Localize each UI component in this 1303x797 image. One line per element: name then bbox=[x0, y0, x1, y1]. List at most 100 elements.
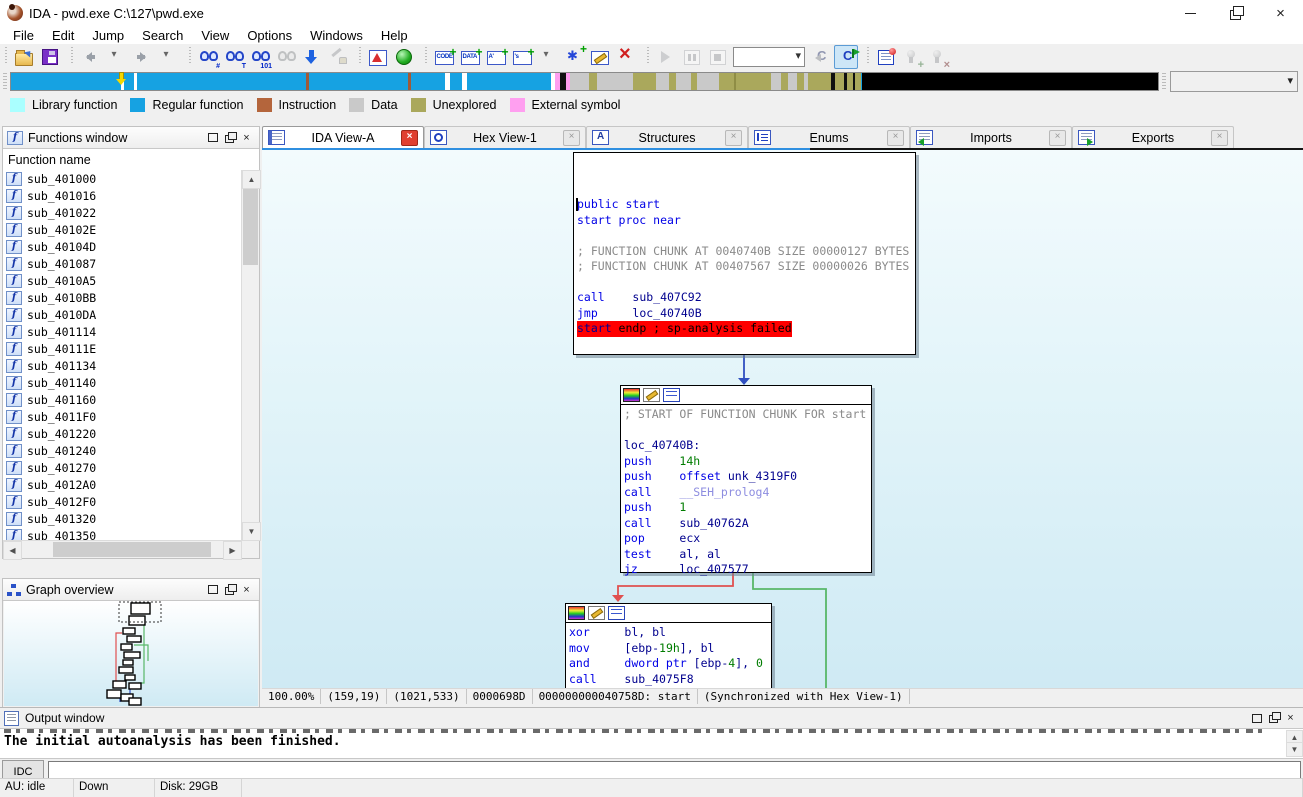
scroll-left-icon[interactable]: ◀ bbox=[3, 541, 22, 560]
navigate-forward-icon[interactable] bbox=[130, 45, 154, 69]
tab-close-icon[interactable]: × bbox=[887, 130, 904, 146]
minimize-button[interactable] bbox=[1168, 1, 1213, 26]
navigation-band[interactable] bbox=[10, 72, 1159, 91]
tab-close-icon[interactable]: × bbox=[1049, 130, 1066, 146]
panel-maximize-button[interactable] bbox=[204, 130, 221, 145]
menu-item-search[interactable]: Search bbox=[133, 27, 192, 44]
menu-item-view[interactable]: View bbox=[192, 27, 238, 44]
function-list-item[interactable]: fsub_401160 bbox=[3, 391, 242, 408]
tab-close-icon[interactable]: × bbox=[725, 130, 742, 146]
debugger-start-icon[interactable] bbox=[654, 45, 678, 69]
tab-close-icon[interactable]: × bbox=[401, 130, 418, 146]
band-grip-right[interactable] bbox=[1162, 73, 1166, 89]
tab-close-icon[interactable]: × bbox=[1211, 130, 1228, 146]
analysis-indicator-icon[interactable] bbox=[392, 45, 416, 69]
ida-graph-view[interactable]: public startstart proc near; FUNCTION CH… bbox=[262, 150, 1303, 688]
block-edit-icon[interactable] bbox=[588, 606, 605, 620]
close-button[interactable]: × bbox=[1258, 1, 1303, 26]
function-list-item[interactable]: fsub_401220 bbox=[3, 425, 242, 442]
function-list-item[interactable]: fsub_40104D bbox=[3, 238, 242, 255]
menu-item-edit[interactable]: Edit bbox=[43, 27, 83, 44]
tab-exports[interactable]: Exports× bbox=[1072, 126, 1234, 148]
functions-column-header[interactable]: Function name bbox=[3, 149, 259, 171]
make-name-icon[interactable]: A' bbox=[484, 45, 508, 69]
function-list-item[interactable]: fsub_40111E bbox=[3, 340, 242, 357]
band-grip[interactable] bbox=[3, 73, 7, 89]
run-to-cursor-icon[interactable] bbox=[834, 45, 858, 69]
navigate-forward-menu-icon[interactable] bbox=[156, 45, 180, 69]
tab-hex-view-1[interactable]: Hex View-1× bbox=[424, 126, 586, 148]
function-list-item[interactable]: fsub_4010BB bbox=[3, 289, 242, 306]
block-third[interactable]: xor bl, blmov [ebp-19h], bland dword ptr… bbox=[565, 603, 772, 688]
make-string-icon[interactable]: 's bbox=[510, 45, 534, 69]
panel-maximize-button[interactable] bbox=[204, 582, 221, 597]
tab-imports[interactable]: Imports× bbox=[910, 126, 1072, 148]
function-list-item[interactable]: fsub_401140 bbox=[3, 374, 242, 391]
function-list-item[interactable]: fsub_401087 bbox=[3, 255, 242, 272]
block-chunk[interactable]: ; START OF FUNCTION CHUNK FOR startloc_4… bbox=[620, 385, 872, 573]
menu-item-windows[interactable]: Windows bbox=[301, 27, 372, 44]
menu-item-options[interactable]: Options bbox=[238, 27, 301, 44]
function-list-item[interactable]: fsub_40102E bbox=[3, 221, 242, 238]
scroll-down-icon[interactable]: ▼ bbox=[242, 522, 261, 541]
tab-close-icon[interactable]: × bbox=[563, 130, 580, 146]
block-start[interactable]: public startstart proc near; FUNCTION CH… bbox=[573, 152, 916, 355]
panel-close-button[interactable]: × bbox=[238, 582, 255, 597]
block-color-icon[interactable] bbox=[623, 388, 640, 402]
menu-item-help[interactable]: Help bbox=[372, 27, 417, 44]
panel-close-button[interactable]: × bbox=[238, 130, 255, 145]
functions-vscrollbar[interactable]: ▲ ▼ bbox=[241, 170, 259, 541]
hscroll-thumb[interactable] bbox=[53, 542, 211, 557]
block-group-icon[interactable] bbox=[608, 606, 625, 620]
function-list-item[interactable]: fsub_401134 bbox=[3, 357, 242, 374]
jump-to-address-icon[interactable]: # bbox=[196, 45, 220, 69]
graph-overview-titlebar[interactable]: Graph overview × bbox=[3, 579, 259, 601]
menu-item-jump[interactable]: Jump bbox=[83, 27, 133, 44]
output-log[interactable]: The initial autoanalysis has been finish… bbox=[0, 729, 1303, 759]
panel-float-button[interactable] bbox=[221, 582, 238, 597]
make-code-icon[interactable]: CODE bbox=[432, 45, 456, 69]
function-list-item[interactable]: fsub_401320 bbox=[3, 510, 242, 527]
band-range-combobox[interactable] bbox=[1170, 71, 1298, 92]
jump-to-binary-icon[interactable]: 101 bbox=[248, 45, 272, 69]
search-again-icon[interactable] bbox=[274, 45, 298, 69]
output-window-titlebar[interactable]: Output window × bbox=[0, 708, 1303, 729]
add-breakpoint-icon[interactable]: + bbox=[900, 45, 924, 69]
debugger-stop-icon[interactable] bbox=[706, 45, 730, 69]
function-list-item[interactable]: fsub_4012A0 bbox=[3, 476, 242, 493]
show-problems-icon[interactable] bbox=[366, 45, 390, 69]
jump-down-icon[interactable] bbox=[300, 45, 324, 69]
tab-structures[interactable]: Structures× bbox=[586, 126, 748, 148]
delete-breakpoint-icon[interactable]: × bbox=[926, 45, 950, 69]
function-list-item[interactable]: fsub_401240 bbox=[3, 442, 242, 459]
navigate-back-menu-icon[interactable] bbox=[104, 45, 128, 69]
restore-button[interactable] bbox=[1213, 1, 1258, 26]
function-list-item[interactable]: fsub_4010DA bbox=[3, 306, 242, 323]
make-string-menu-icon[interactable] bbox=[536, 45, 560, 69]
scroll-right-icon[interactable]: ▶ bbox=[223, 541, 242, 560]
output-scrollbar[interactable]: ▲ ▼ bbox=[1286, 730, 1302, 757]
function-list-item[interactable]: fsub_401022 bbox=[3, 204, 242, 221]
function-list-item[interactable]: fsub_401016 bbox=[3, 187, 242, 204]
scroll-up-icon[interactable]: ▲ bbox=[242, 170, 261, 189]
block-group-icon[interactable] bbox=[663, 388, 680, 402]
function-list-item[interactable]: fsub_4011F0 bbox=[3, 408, 242, 425]
edit-function-icon[interactable] bbox=[588, 45, 612, 69]
save-database-icon[interactable] bbox=[38, 45, 62, 69]
functions-window-titlebar[interactable]: f Functions window × bbox=[3, 127, 259, 149]
vscroll-thumb[interactable] bbox=[243, 189, 258, 265]
panel-close-button[interactable]: × bbox=[1282, 711, 1299, 726]
graph-overview-minimap[interactable] bbox=[4, 601, 258, 706]
function-list-item[interactable]: fsub_401270 bbox=[3, 459, 242, 476]
panel-float-button[interactable] bbox=[221, 130, 238, 145]
functions-hscrollbar[interactable]: ◀ ▶ bbox=[3, 540, 242, 558]
breakpoint-list-icon[interactable] bbox=[874, 45, 898, 69]
debugger-pause-icon[interactable] bbox=[680, 45, 704, 69]
jump-to-name-icon[interactable]: T bbox=[222, 45, 246, 69]
debugger-selector-icon[interactable] bbox=[732, 45, 806, 69]
tab-enums[interactable]: Enums× bbox=[748, 126, 910, 148]
function-list-item[interactable]: fsub_401114 bbox=[3, 323, 242, 340]
menu-item-file[interactable]: File bbox=[4, 27, 43, 44]
function-list-item[interactable]: fsub_4012F0 bbox=[3, 493, 242, 510]
block-edit-icon[interactable] bbox=[643, 388, 660, 402]
